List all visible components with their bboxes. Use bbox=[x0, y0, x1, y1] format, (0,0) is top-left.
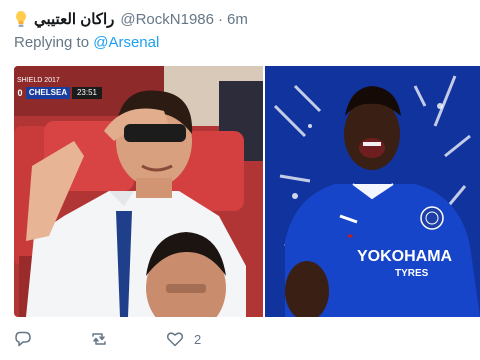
competition-label: SHIELD 2017 bbox=[17, 77, 60, 84]
team-name: CHELSEA bbox=[26, 87, 70, 99]
replying-to: Replying to @Arsenal bbox=[14, 34, 159, 51]
like-icon bbox=[166, 332, 184, 347]
replying-to-label: Replying to bbox=[14, 34, 90, 51]
score-value: 0 bbox=[17, 88, 23, 98]
like-button[interactable]: 2 bbox=[166, 330, 201, 348]
separator-dot: · bbox=[217, 10, 223, 28]
reply-button[interactable] bbox=[14, 330, 32, 348]
sponsor-subtext: TYRES bbox=[395, 268, 429, 279]
photo-right[interactable]: YOKOHAMA TYRES bbox=[265, 66, 480, 317]
author-handle[interactable]: @RockN1986 bbox=[120, 11, 214, 28]
tweet-timestamp[interactable]: 6m bbox=[227, 11, 248, 28]
retweet-icon bbox=[92, 333, 106, 345]
author-display-name[interactable]: راكان العتيبي bbox=[34, 10, 114, 28]
retweet-button[interactable] bbox=[90, 330, 108, 348]
tweet-actions: 2 bbox=[14, 328, 259, 350]
reply-icon bbox=[15, 331, 31, 347]
lightbulb-icon bbox=[16, 11, 26, 27]
tweet-media[interactable]: SHIELD 2017 0 CHELSEA 23:51 YOKOHAMA TYR… bbox=[14, 66, 480, 317]
tweet-header: راكان العتيبي @RockN1986 · 6m bbox=[14, 8, 248, 30]
sponsor-text: YOKOHAMA bbox=[357, 248, 453, 265]
reply-target-link[interactable]: @Arsenal bbox=[93, 34, 159, 51]
like-count: 2 bbox=[194, 331, 202, 347]
photo-left[interactable] bbox=[14, 66, 263, 317]
score-overlay: SHIELD 2017 0 CHELSEA 23:51 bbox=[14, 76, 102, 99]
match-clock: 23:51 bbox=[72, 87, 102, 99]
